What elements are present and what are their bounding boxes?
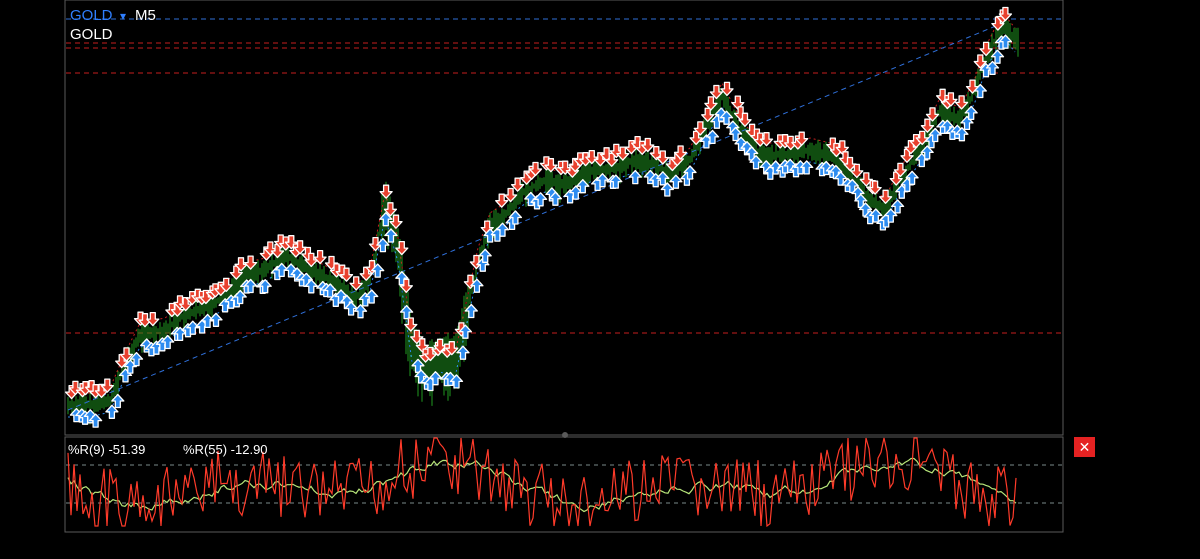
signal-arrows bbox=[65, 6, 1013, 428]
close-indicator-button[interactable]: ✕ bbox=[1074, 437, 1095, 457]
wr-slow-label: %R(55) -12.90 bbox=[183, 442, 268, 457]
up-arrow-icon bbox=[890, 199, 905, 214]
wr-fast-label: %R(9) -51.39 bbox=[68, 442, 145, 457]
up-arrow-icon bbox=[990, 49, 1005, 64]
timeframe-label: M5 bbox=[135, 7, 156, 24]
symbol-label[interactable]: GOLD bbox=[70, 7, 113, 24]
main-chart-panel[interactable] bbox=[64, 0, 1064, 436]
trading-chart[interactable]: GOLD ▾ M5 GOLD %R(9) -51.39 %R(55) -12.9… bbox=[0, 0, 1200, 554]
series-label: GOLD bbox=[70, 26, 113, 43]
close-icon[interactable]: ✕ bbox=[1079, 439, 1091, 455]
up-arrow-icon bbox=[456, 345, 470, 360]
up-arrow-icon bbox=[384, 228, 398, 243]
up-arrow-icon bbox=[464, 303, 478, 319]
down-arrow-icon bbox=[404, 317, 418, 332]
support-swing-line bbox=[68, 36, 1016, 418]
panel-resize-handle[interactable] bbox=[562, 432, 568, 438]
down-arrow-icon bbox=[503, 187, 518, 203]
chevron-down-icon[interactable]: ▾ bbox=[120, 9, 126, 23]
